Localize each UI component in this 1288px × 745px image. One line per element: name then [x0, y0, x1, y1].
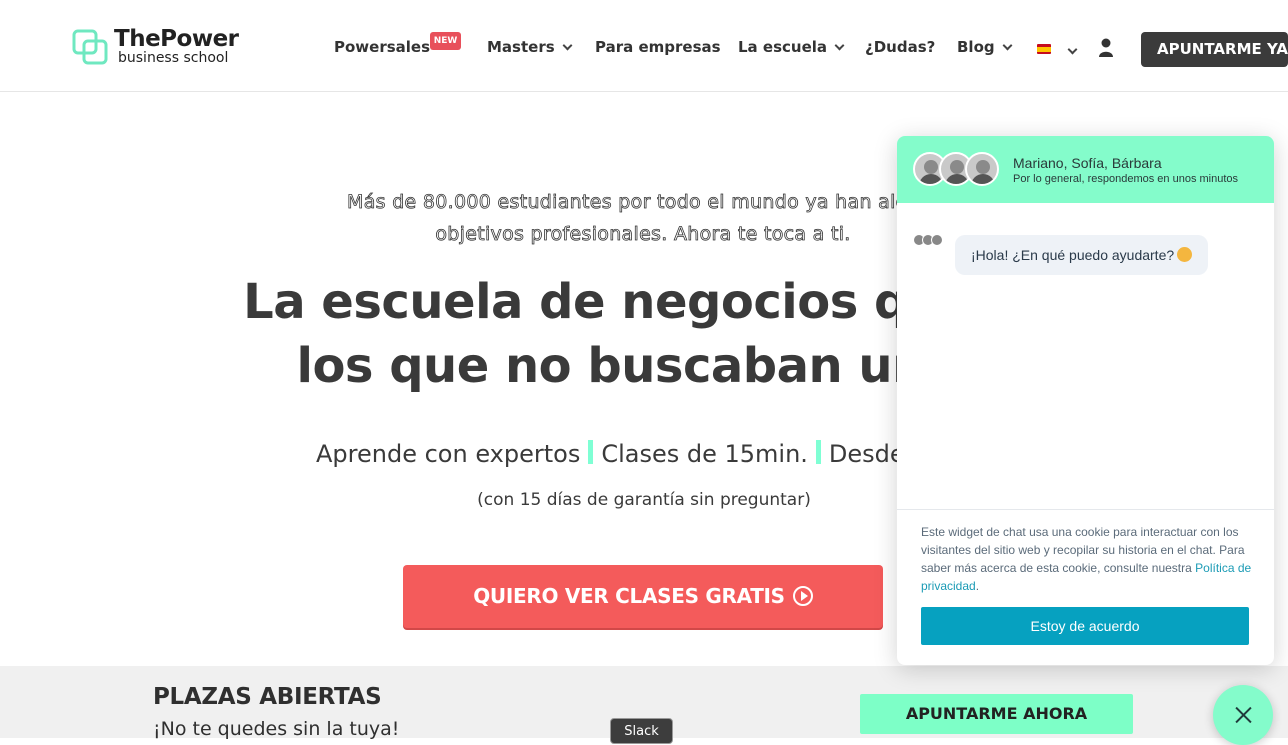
spain-flag-icon[interactable] [1037, 44, 1051, 54]
feature-item: Aprende con expertos [316, 440, 581, 468]
close-chat-icon[interactable] [1213, 685, 1273, 745]
chat-status: Por lo general, respondemos en unos minu… [1013, 173, 1239, 185]
nav-item-powersales[interactable]: Powersales [334, 38, 430, 56]
cta-label: QUIERO VER CLASES GRATIS [473, 584, 785, 608]
slack-tooltip: Slack [610, 718, 673, 744]
nav-item-dudas[interactable]: ¿Dudas? [865, 38, 935, 56]
user-icon[interactable] [1099, 38, 1113, 58]
nav-item-label: La escuela [738, 38, 828, 56]
chevron-down-icon [834, 40, 845, 51]
nav-item-label: Blog [957, 38, 995, 56]
logo-subtitle: business school [118, 50, 229, 66]
nav-item-label: ¿Dudas? [865, 38, 936, 56]
divider [897, 509, 1274, 510]
nav-item-blog[interactable]: Blog [957, 38, 1013, 56]
hero-intro-line1: Más de 80.000 estudiantes por todo el mu… [347, 191, 941, 214]
feature-separator [588, 440, 594, 464]
apuntarme-ahora-button[interactable]: APUNTARME AHORA [860, 694, 1133, 734]
chevron-down-icon [1002, 40, 1013, 51]
new-badge: NEW [430, 32, 461, 50]
smile-emoji-icon [1177, 246, 1193, 262]
feature-separator [815, 440, 821, 464]
nav-item-para-empresas[interactable]: Para empresas [595, 38, 721, 56]
logo-title: ThePower [114, 26, 239, 52]
nav-item-label: Powersales [334, 38, 431, 56]
apuntarme-ya-button[interactable]: APUNTARME YA [1141, 32, 1288, 67]
chat-message: ¡Hola! ¿En qué puedo ayudarte? [955, 235, 1208, 275]
hero-features: Aprende con expertos Clases de 15min. Desd… [316, 440, 905, 468]
chat-agents: Mariano, Sofía, Bárbara [1013, 155, 1162, 171]
avatar [931, 234, 943, 246]
chat-header: Mariano, Sofía, Bárbara Por lo general, … [897, 136, 1274, 203]
logo-mark-icon [72, 29, 108, 65]
band-subtitle: ¡No te quedes sin la tuya! [153, 718, 400, 740]
nav-item-masters[interactable]: Masters [487, 38, 573, 56]
nav-item-label: Masters [487, 38, 555, 56]
chevron-down-icon [562, 40, 573, 51]
chat-widget: Mariano, Sofía, Bárbara Por lo general, … [897, 136, 1274, 665]
chevron-down-icon [1067, 44, 1078, 55]
feature-item: Clases de 15min. [601, 440, 808, 468]
nav-item-la-escuela[interactable]: La escuela [738, 38, 845, 56]
play-circle-icon [792, 585, 813, 606]
agree-cookie-button[interactable]: Estoy de acuerdo [921, 607, 1249, 645]
site-header: ThePower business school Powersales Mast… [0, 0, 1288, 92]
language-dropdown[interactable] [1060, 42, 1078, 60]
feature-item: Desde [828, 440, 905, 468]
cookie-end: . [975, 579, 980, 593]
band-title: PLAZAS ABIERTAS [153, 684, 382, 710]
logo[interactable]: ThePower business school [72, 26, 252, 68]
nav-item-label: Para empresas [595, 38, 721, 56]
ver-clases-gratis-button[interactable]: QUIERO VER CLASES GRATIS [403, 565, 883, 628]
chat-message-text: ¡Hola! ¿En qué puedo ayudarte? [971, 247, 1175, 263]
avatar [965, 152, 999, 186]
cookie-notice: Este widget de chat usa una cookie para … [921, 523, 1256, 595]
